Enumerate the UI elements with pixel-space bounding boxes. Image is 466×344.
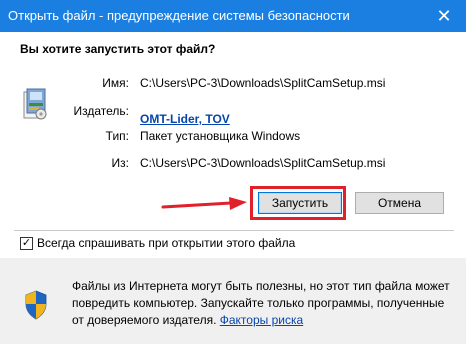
run-button[interactable]: Запустить [258, 192, 342, 214]
checkmark-icon: ✓ [21, 236, 32, 249]
title-bar: Открыть файл - предупреждение системы бе… [0, 0, 466, 32]
dialog-question: Вы хотите запустить этот файл? [20, 42, 216, 56]
always-ask-checkbox[interactable]: ✓ [20, 236, 33, 250]
from-label: Из: [111, 156, 129, 170]
red-arrow-annotation [161, 197, 247, 210]
name-label: Имя: [102, 76, 129, 90]
risk-factors-link[interactable]: Факторы риска [220, 313, 303, 327]
name-value: C:\Users\PC-3\Downloads\SplitCamSetup.ms… [140, 76, 386, 90]
security-shield-icon [25, 290, 47, 320]
cancel-button[interactable]: Отмена [355, 192, 444, 214]
type-value: Пакет установщика Windows [140, 129, 301, 143]
window-title: Открыть файл - предупреждение системы бе… [8, 8, 350, 23]
warning-message: Файлы из Интернета могут быть полезны, н… [72, 278, 456, 329]
publisher-link[interactable]: OMT-Lider, TOV [140, 112, 230, 126]
type-label: Тип: [105, 129, 129, 143]
separator [14, 230, 454, 231]
from-value: C:\Users\PC-3\Downloads\SplitCamSetup.ms… [140, 156, 386, 170]
publisher-label: Издатель: [73, 104, 130, 118]
close-icon: ✕ [436, 5, 452, 26]
close-button[interactable]: ✕ [422, 0, 466, 32]
always-ask-option: ✓ Всегда спрашивать при открытии этого ф… [20, 236, 295, 250]
always-ask-label[interactable]: Всегда спрашивать при открытии этого фай… [37, 236, 295, 250]
installer-file-icon [23, 88, 47, 120]
